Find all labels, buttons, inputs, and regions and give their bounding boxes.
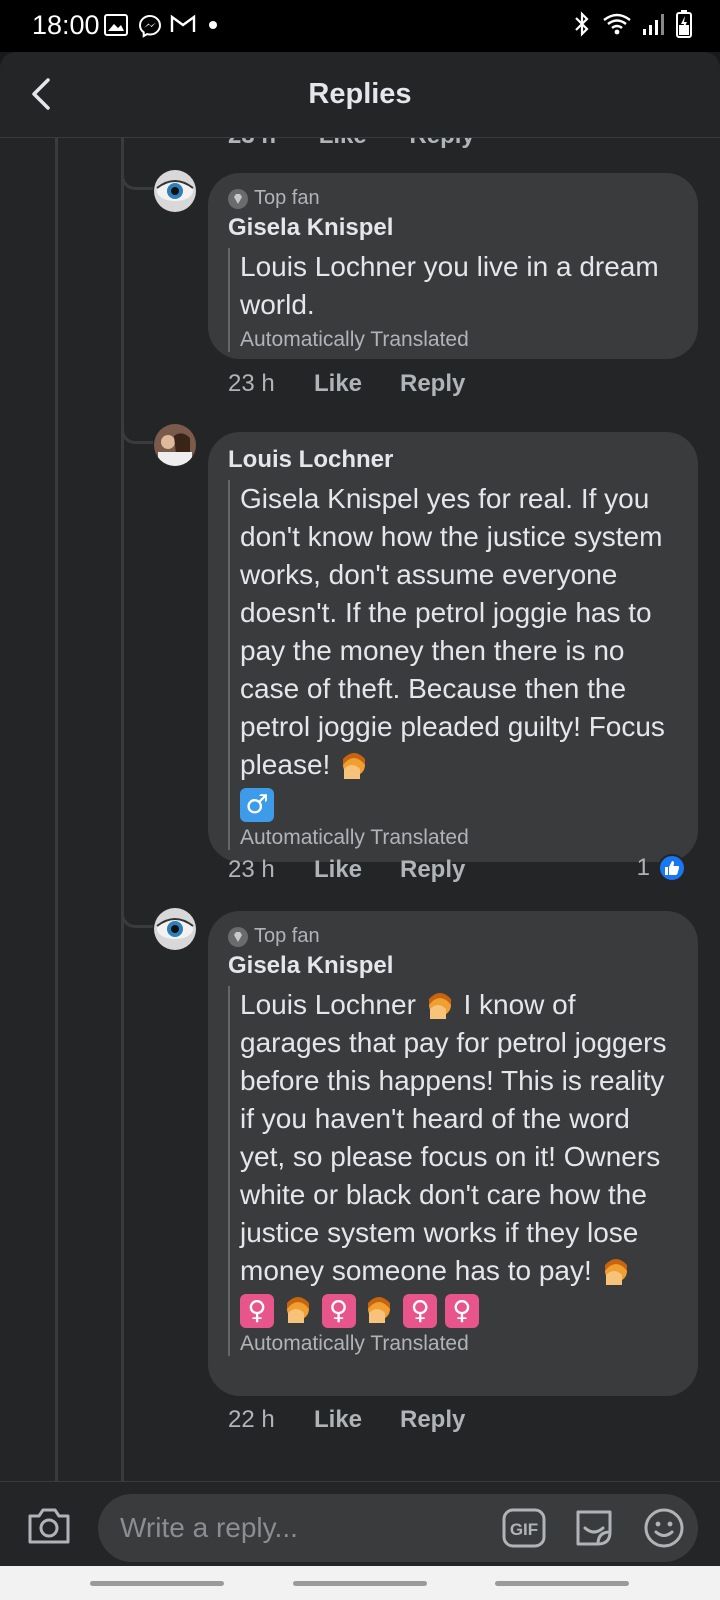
reply-button[interactable]: Reply — [400, 1406, 465, 1434]
reply-button[interactable]: Reply — [409, 138, 474, 149]
female-sign-emoji-icon: ♀ — [321, 1293, 356, 1328]
thread-line — [121, 138, 124, 1481]
comment-author[interactable]: Louis Lochner — [228, 446, 678, 474]
system-nav-bar — [0, 1566, 720, 1600]
reply-connector — [121, 422, 153, 444]
image-icon — [104, 14, 128, 36]
like-button[interactable]: Like — [314, 856, 400, 884]
mentioned-user[interactable]: Louis Lochner — [240, 989, 416, 1020]
bluetooth-icon — [575, 11, 589, 37]
comment-time: 22 h — [228, 1406, 275, 1433]
status-time: 18:00 — [32, 10, 100, 40]
comment-meta: 22 h Like Reply — [228, 1406, 465, 1434]
facepalm-emoji-icon — [286, 1296, 309, 1323]
comment-text-content: I know of garages that pay for petrol jo… — [240, 989, 667, 1286]
signal-icon — [643, 14, 664, 35]
reply-button[interactable]: Reply — [400, 856, 465, 884]
comment-text: Louis Lochner I know of garages that pay… — [240, 986, 678, 1328]
comment-text: Louis Lochner you live in a dream world. — [240, 251, 659, 320]
comment-text: Gisela Knispel yes for real. If you don'… — [240, 480, 678, 822]
like-button[interactable]: Like — [314, 370, 400, 398]
avatar[interactable] — [154, 170, 196, 212]
facepalm-emoji-icon — [343, 752, 366, 779]
reaction-count: 1 — [636, 854, 650, 881]
reply-input-placeholder: Write a reply... — [120, 1512, 298, 1543]
auto-translated-label[interactable]: Automatically Translated — [240, 328, 678, 352]
reaction-summary[interactable]: 1 — [637, 854, 686, 882]
replies-header: Replies — [0, 52, 720, 138]
diamond-icon — [228, 926, 248, 947]
comment-bubble[interactable]: Top fan Gisela Knispel Louis Lochner you… — [208, 173, 698, 359]
reply-button[interactable]: Reply — [400, 370, 465, 398]
facepalm-emoji-icon — [368, 1296, 391, 1323]
messenger-icon — [138, 14, 162, 38]
avatar[interactable] — [154, 908, 196, 950]
male-sign-emoji-icon: ♂ — [240, 787, 274, 822]
facepalm-emoji-icon — [604, 1258, 627, 1285]
thumbs-up-icon — [658, 854, 686, 882]
home-button[interactable] — [293, 1581, 427, 1586]
comment-meta: 23 h Like Reply — [228, 856, 465, 884]
badge-label: Top fan — [254, 925, 320, 947]
badge-label: Top fan — [254, 187, 320, 209]
comment-bubble[interactable]: Louis Lochner Gisela Knispel yes for rea… — [208, 432, 698, 862]
avatar[interactable] — [154, 424, 196, 466]
cut-off-comment-meta: 23 h Like Reply — [228, 138, 511, 150]
diamond-icon — [228, 188, 248, 209]
comment-time: 23 h — [228, 138, 276, 149]
reply-connector — [121, 168, 153, 190]
auto-translated-label[interactable]: Automatically Translated — [240, 826, 678, 850]
comment-text-content: Gisela Knispel yes for real. If you don'… — [240, 483, 665, 780]
female-sign-emoji-icon: ♀ — [403, 1293, 438, 1328]
facepalm-emoji-icon — [428, 992, 451, 1019]
replies-list[interactable]: 23 h Like Reply Top fan Gisela Knispel L… — [0, 138, 720, 1481]
comment-time: 23 h — [228, 856, 275, 883]
sticker-icon[interactable] — [572, 1506, 616, 1550]
camera-icon[interactable] — [26, 1502, 72, 1548]
back-nav-button[interactable] — [495, 1581, 629, 1586]
comment-meta: 23 h Like Reply — [228, 370, 465, 398]
translated-block: Louis Lochner you live in a dream world.… — [228, 248, 678, 352]
translated-block: Gisela Knispel yes for real. If you don'… — [228, 480, 678, 850]
top-fan-badge: Top fan — [228, 187, 678, 210]
gif-label: GIF — [510, 1520, 538, 1539]
comment-time: 23 h — [228, 370, 275, 397]
reply-connector — [121, 906, 153, 928]
like-button[interactable]: Like — [319, 138, 367, 149]
page-title: Replies — [308, 78, 412, 110]
recent-apps-button[interactable] — [90, 1581, 224, 1586]
comment-author[interactable]: Gisela Knispel — [228, 952, 678, 980]
top-fan-badge: Top fan — [228, 925, 678, 948]
dot-icon — [209, 21, 217, 29]
like-button[interactable]: Like — [314, 1406, 400, 1434]
translated-block: Louis Lochner I know of garages that pay… — [228, 986, 678, 1356]
thread-line — [55, 138, 58, 1481]
female-sign-emoji-icon: ♀ — [444, 1293, 479, 1328]
comment-author[interactable]: Gisela Knispel — [228, 214, 678, 242]
gmail-icon — [170, 14, 196, 32]
auto-translated-label[interactable]: Automatically Translated — [240, 1332, 678, 1356]
wifi-icon — [603, 13, 631, 35]
reply-composer: Write a reply... GIF — [0, 1481, 720, 1566]
status-bar: 18:00 — [0, 0, 720, 52]
battery-icon — [676, 10, 692, 38]
gif-icon[interactable]: GIF — [502, 1508, 546, 1548]
emoji-icon[interactable] — [642, 1506, 686, 1550]
female-sign-emoji-icon: ♀ — [240, 1293, 274, 1328]
comment-bubble[interactable]: Top fan Gisela Knispel Louis Lochner I k… — [208, 911, 698, 1396]
